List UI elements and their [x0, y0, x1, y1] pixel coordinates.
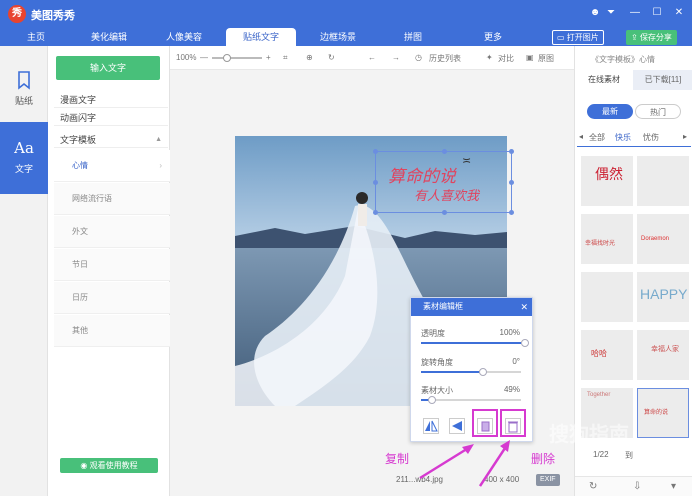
subtab-all[interactable]: 全部 — [589, 132, 605, 143]
annotation-delete: 删除 — [531, 452, 556, 466]
page-go-label[interactable]: 到 — [625, 450, 633, 461]
thumb-7[interactable]: 哈哈 — [581, 330, 633, 380]
next-arrow-icon[interactable]: ▸ — [683, 132, 687, 141]
thumb-4-text: Doraemon — [641, 236, 670, 242]
breadcrumb: 《文字模板》心情 — [591, 55, 655, 64]
tab-downloaded[interactable]: 已下载[11] — [633, 70, 692, 90]
thumb-9-text: Together — [587, 392, 611, 398]
thumb-7-text: 哈哈 — [591, 349, 607, 358]
thumb-2[interactable] — [637, 156, 689, 206]
thumb-4[interactable]: Doraemon — [637, 214, 689, 264]
thumb-6-text: HAPPY — [640, 286, 688, 302]
arrow-copy-line — [419, 445, 471, 480]
tab-online-materials[interactable]: 在线素材 — [575, 70, 633, 90]
thumb-3-text: 幸福找时光 — [585, 241, 616, 247]
download-icon[interactable]: ⇩ — [633, 481, 641, 492]
arrow-copy-head — [462, 444, 474, 454]
thumb-8-text: 幸福人家 — [651, 346, 679, 353]
thumb-8[interactable]: 幸福人家 — [637, 330, 689, 380]
page-indicator: 1/22 — [593, 450, 609, 459]
annotation-copy: 复制 — [385, 452, 410, 466]
subtab-sad[interactable]: 忧伤 — [643, 132, 659, 143]
pill-hot[interactable]: 热门 — [635, 104, 681, 119]
right-panel-footer: ↻ ⇩ ▾ — [575, 476, 692, 496]
thumb-10[interactable]: 算命的说 — [637, 388, 689, 438]
thumb-5[interactable] — [581, 272, 633, 322]
pill-newest[interactable]: 最新 — [587, 104, 633, 119]
subtab-happy[interactable]: 快乐 — [615, 132, 631, 143]
thumb-3[interactable]: 幸福找时光 — [581, 214, 633, 264]
thumb-1-text: 偶然 — [595, 166, 623, 182]
prev-arrow-icon[interactable]: ◂ — [579, 132, 583, 141]
arrow-delete-line — [478, 444, 509, 487]
subtab-underline — [577, 146, 691, 147]
watermark: 搜狗指南 — [549, 424, 629, 446]
refresh-icon[interactable]: ↻ — [589, 481, 597, 492]
thumb-6[interactable]: HAPPY — [637, 272, 689, 322]
thumb-1[interactable]: 偶然 — [581, 156, 633, 206]
thumb-10-text: 算命的说 — [644, 410, 669, 416]
more-icon[interactable]: ▾ — [671, 481, 676, 492]
